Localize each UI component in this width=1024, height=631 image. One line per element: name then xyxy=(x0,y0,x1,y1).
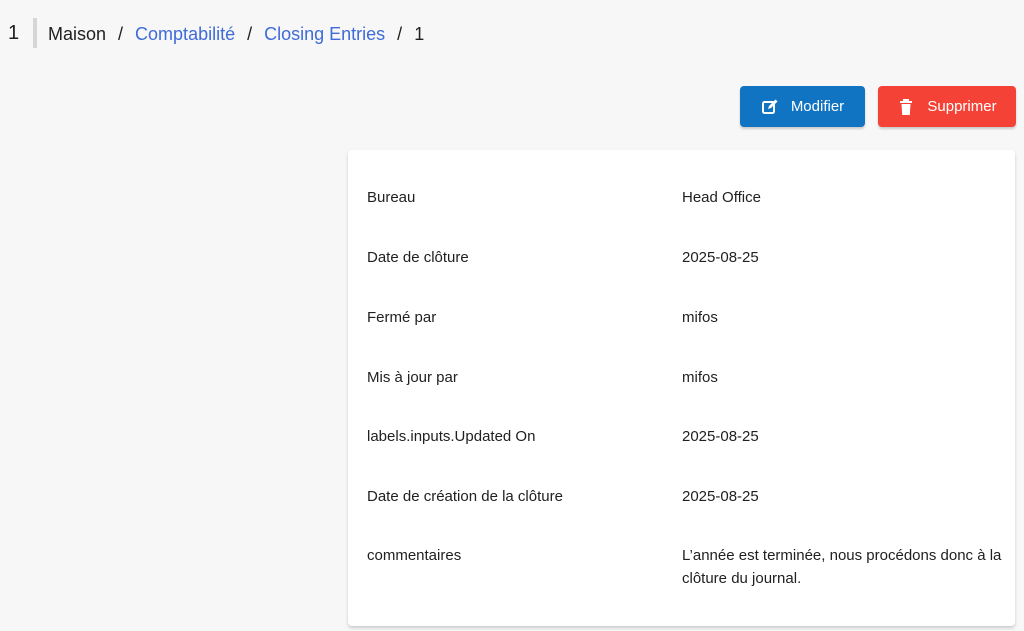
edit-button-label: Modifier xyxy=(790,98,845,115)
edit-icon xyxy=(761,98,779,116)
breadcrumb: Maison / Comptabilité / Closing Entries … xyxy=(48,24,424,45)
detail-label: Fermé par xyxy=(367,309,437,326)
page-header: 1 Maison / Comptabilité / Closing Entrie… xyxy=(0,0,1024,70)
detail-label: Date de clôture xyxy=(367,249,469,266)
edit-button[interactable]: Modifier xyxy=(740,86,865,127)
trash-icon xyxy=(897,98,915,116)
detail-value: 2025-08-25 xyxy=(682,488,759,505)
breadcrumb-separator: / xyxy=(397,24,403,44)
title-divider xyxy=(33,18,37,48)
detail-value: L’année est terminée, nous procédons don… xyxy=(682,547,1002,587)
page-number: 1 xyxy=(8,22,20,44)
closing-entry-details-card: Bureau Head Office Date de clôture 2025-… xyxy=(348,150,1015,626)
delete-button-label: Supprimer xyxy=(927,98,997,115)
detail-label: commentaires xyxy=(367,547,462,564)
delete-button[interactable]: Supprimer xyxy=(878,86,1016,127)
breadcrumb-separator: / xyxy=(118,24,124,44)
detail-value: mifos xyxy=(682,309,718,326)
breadcrumb-separator: / xyxy=(247,24,253,44)
detail-label: Date de création de la clôture xyxy=(367,488,563,505)
breadcrumb-home: Maison xyxy=(48,24,107,44)
detail-label: Bureau xyxy=(367,189,416,206)
detail-value: Head Office xyxy=(682,189,761,206)
detail-value: 2025-08-25 xyxy=(682,428,759,445)
detail-label: Mis à jour par xyxy=(367,369,458,386)
breadcrumb-current: 1 xyxy=(414,24,425,44)
breadcrumb-closing-entries-link[interactable]: Closing Entries xyxy=(264,24,385,45)
detail-value: 2025-08-25 xyxy=(682,249,759,266)
detail-value: mifos xyxy=(682,369,718,386)
detail-label: labels.inputs.Updated On xyxy=(367,428,536,445)
breadcrumb-accounting-link[interactable]: Comptabilité xyxy=(135,24,235,45)
